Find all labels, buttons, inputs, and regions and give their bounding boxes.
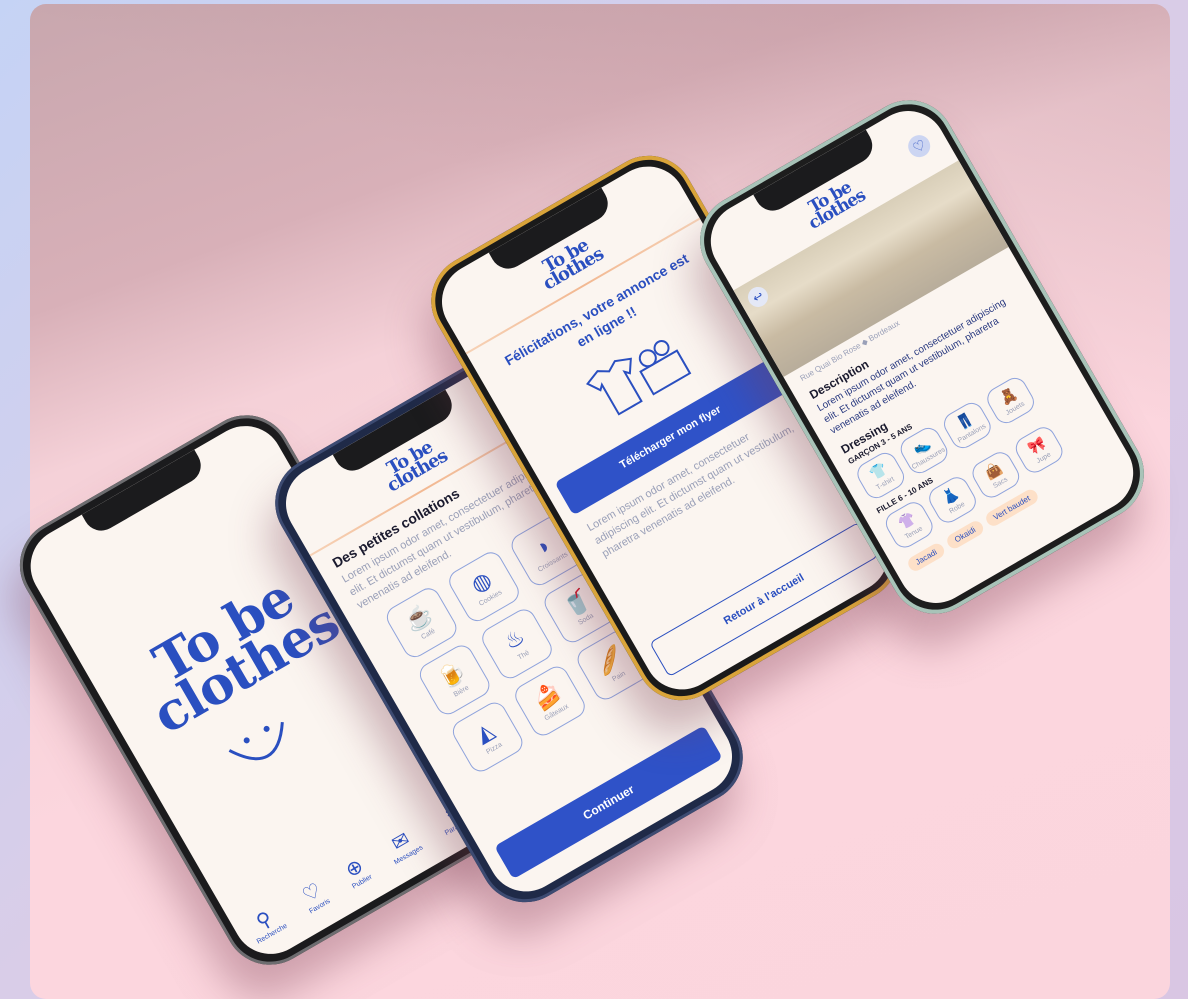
back-arrow-icon[interactable]: ↩ bbox=[744, 283, 772, 311]
nav-item-messages[interactable]: ✉ Messages bbox=[381, 823, 424, 866]
snack-cake[interactable]: 🍰 Gâteaux bbox=[510, 661, 589, 740]
nav-item-search[interactable]: ⚲ Recherche bbox=[243, 901, 289, 945]
croissant-icon: ◗ bbox=[531, 531, 556, 561]
nav-item-favorites[interactable]: ♡ Favoris bbox=[296, 876, 332, 915]
snack-pizza[interactable]: ◭ Pizza bbox=[448, 697, 527, 776]
smiley-icon bbox=[221, 711, 309, 794]
nav-item-publish[interactable]: ⊕ Publier bbox=[339, 852, 374, 891]
